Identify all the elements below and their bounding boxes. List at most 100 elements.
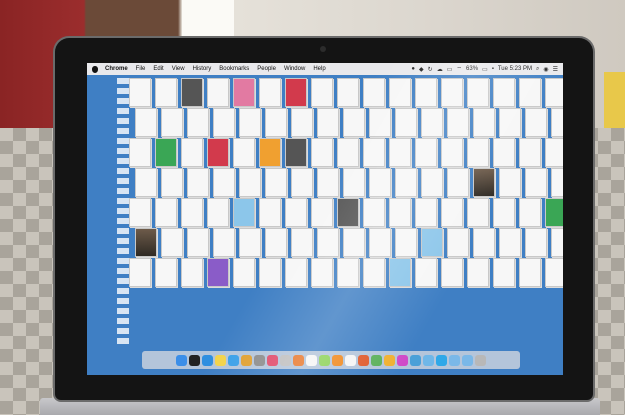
desktop-file-icon[interactable]: [181, 258, 203, 287]
desktop-file-icon[interactable]: [519, 78, 541, 107]
battery-icon[interactable]: ▭: [482, 66, 488, 73]
downloads-icon[interactable]: [462, 354, 473, 366]
desktop-file-icon[interactable]: [493, 198, 515, 227]
music-icon[interactable]: [267, 354, 278, 366]
menu-app-name[interactable]: Chrome: [101, 66, 132, 72]
display-icon[interactable]: ▭: [447, 66, 453, 73]
desktop-file-icon[interactable]: [499, 168, 521, 197]
desktop-file-icon[interactable]: [369, 228, 391, 257]
desktop-file-icon[interactable]: [415, 78, 437, 107]
desktop-file-icon[interactable]: [259, 198, 281, 227]
desktop-file-icon[interactable]: [389, 138, 411, 167]
battery-percent[interactable]: 63%: [466, 66, 478, 72]
desktop-file-icon[interactable]: [343, 168, 365, 197]
finder-icon[interactable]: [176, 354, 187, 366]
menu-bookmarks[interactable]: Bookmarks: [215, 66, 253, 72]
trash-icon[interactable]: [475, 354, 486, 366]
desktop-file-icon[interactable]: [473, 228, 495, 257]
desktop-file-icon[interactable]: [291, 228, 313, 257]
desktop-file-icon[interactable]: [441, 258, 463, 287]
desktop-file-icon[interactable]: [155, 198, 177, 227]
desktop-file-icon[interactable]: [389, 258, 411, 287]
terminal-icon[interactable]: [189, 354, 200, 366]
settings-icon[interactable]: [254, 354, 265, 366]
desktop-file-icon[interactable]: [181, 78, 203, 107]
desktop-file-icon[interactable]: [161, 168, 183, 197]
desktop-file-icon[interactable]: [265, 108, 287, 137]
desktop-file-icon[interactable]: [545, 138, 563, 167]
desktop-file-icon[interactable]: [265, 228, 287, 257]
desktop-file-icon[interactable]: [129, 198, 151, 227]
desktop-file-icon[interactable]: [551, 228, 563, 257]
desktop-file-icon[interactable]: [311, 198, 333, 227]
desktop-file-icon[interactable]: [519, 198, 541, 227]
desktop-file-icon[interactable]: [395, 168, 417, 197]
desktop-file-icon[interactable]: [421, 108, 443, 137]
launchpad-icon[interactable]: [280, 354, 291, 366]
desktop-file-icon[interactable]: [467, 198, 489, 227]
desktop-file-icon[interactable]: [545, 198, 563, 227]
flag-icon[interactable]: ▪: [492, 66, 494, 72]
wifi-icon[interactable]: ⌔: [456, 65, 462, 73]
desktop-file-icon[interactable]: [135, 168, 157, 197]
itunes-icon[interactable]: [397, 354, 408, 366]
desktop-file-icon[interactable]: [259, 138, 281, 167]
messages-icon[interactable]: [319, 354, 330, 366]
desktop-file-icon[interactable]: [415, 198, 437, 227]
search-icon[interactable]: ⌕: [536, 66, 539, 73]
folder-icon[interactable]: [449, 354, 460, 366]
desktop-file-icon[interactable]: [161, 228, 183, 257]
desktop-file-icon[interactable]: [285, 258, 307, 287]
desktop-file-icon[interactable]: [493, 258, 515, 287]
app-store-icon[interactable]: [202, 354, 213, 366]
desktop-file-icon[interactable]: [155, 258, 177, 287]
desktop-file-icon[interactable]: [447, 228, 469, 257]
sketch-icon[interactable]: [384, 354, 395, 366]
desktop-file-icon[interactable]: [259, 258, 281, 287]
desktop-file-icon[interactable]: [499, 228, 521, 257]
desktop-file-icon[interactable]: [421, 168, 443, 197]
desktop-file-icon[interactable]: [415, 258, 437, 287]
desktop-file-icon[interactable]: [129, 78, 151, 107]
desktop-file-icon[interactable]: [473, 168, 495, 197]
desktop-file-icon[interactable]: [441, 198, 463, 227]
desktop-file-icon[interactable]: [519, 258, 541, 287]
desktop-file-icon[interactable]: [181, 138, 203, 167]
desktop-file-icon[interactable]: [441, 138, 463, 167]
desktop-file-icon[interactable]: [421, 228, 443, 257]
sync-icon[interactable]: ↻: [428, 66, 433, 73]
desktop-file-icon[interactable]: [473, 108, 495, 137]
desktop-file-icon[interactable]: [207, 258, 229, 287]
desktop-file-icon[interactable]: [447, 168, 469, 197]
desktop-file-icon[interactable]: [239, 168, 261, 197]
desktop-file-icon[interactable]: [493, 78, 515, 107]
desktop-file-icon[interactable]: [291, 108, 313, 137]
desktop-file-icon[interactable]: [551, 108, 563, 137]
desktop-file-icon[interactable]: [369, 108, 391, 137]
desktop-file-icon[interactable]: [369, 168, 391, 197]
menu-history[interactable]: History: [189, 66, 216, 72]
desktop-file-icon[interactable]: [389, 78, 411, 107]
desktop-file-icon[interactable]: [233, 138, 255, 167]
desktop-file-icon[interactable]: [259, 78, 281, 107]
desktop-file-icon[interactable]: [467, 258, 489, 287]
desktop-file-icon[interactable]: [207, 78, 229, 107]
desktop-file-icon[interactable]: [213, 108, 235, 137]
photos-icon[interactable]: [293, 354, 304, 366]
preview-icon[interactable]: [410, 354, 421, 366]
desktop-file-icon[interactable]: [343, 228, 365, 257]
desktop-file-icon[interactable]: [317, 228, 339, 257]
desktop-file-icon[interactable]: [187, 168, 209, 197]
desktop-file-icon[interactable]: [129, 138, 151, 167]
desktop-file-icon[interactable]: [135, 228, 157, 257]
menu-view[interactable]: View: [168, 66, 189, 72]
dropbox-icon[interactable]: ◆: [419, 66, 424, 73]
menu-edit[interactable]: Edit: [149, 66, 167, 72]
desktop-file-icon[interactable]: [467, 138, 489, 167]
desktop-file-icon[interactable]: [187, 108, 209, 137]
notification-center-icon[interactable]: ☰: [553, 66, 558, 73]
cloud-icon[interactable]: ☁: [437, 66, 443, 73]
desktop-file-icon[interactable]: [187, 228, 209, 257]
desktop-file-icon[interactable]: [447, 108, 469, 137]
desktop-file-icon[interactable]: [337, 258, 359, 287]
